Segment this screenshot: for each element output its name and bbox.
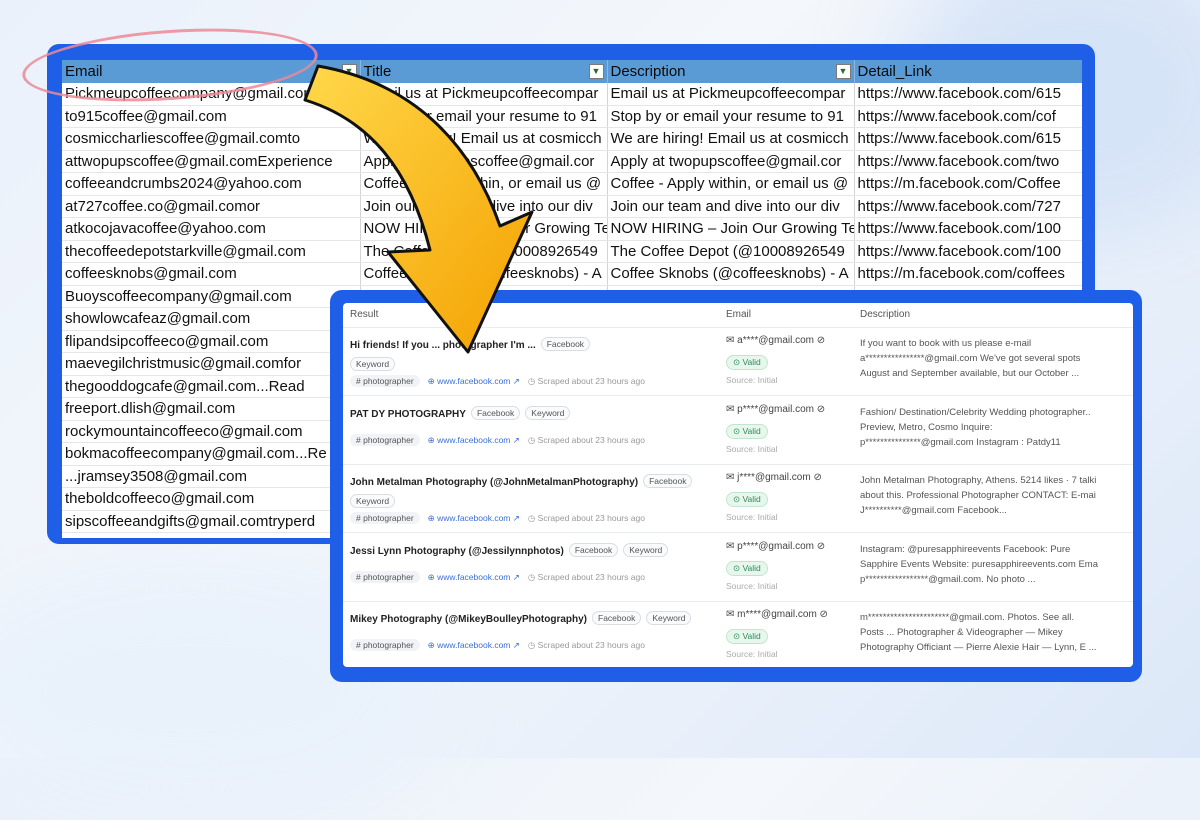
transform-arrow-icon (303, 64, 534, 354)
